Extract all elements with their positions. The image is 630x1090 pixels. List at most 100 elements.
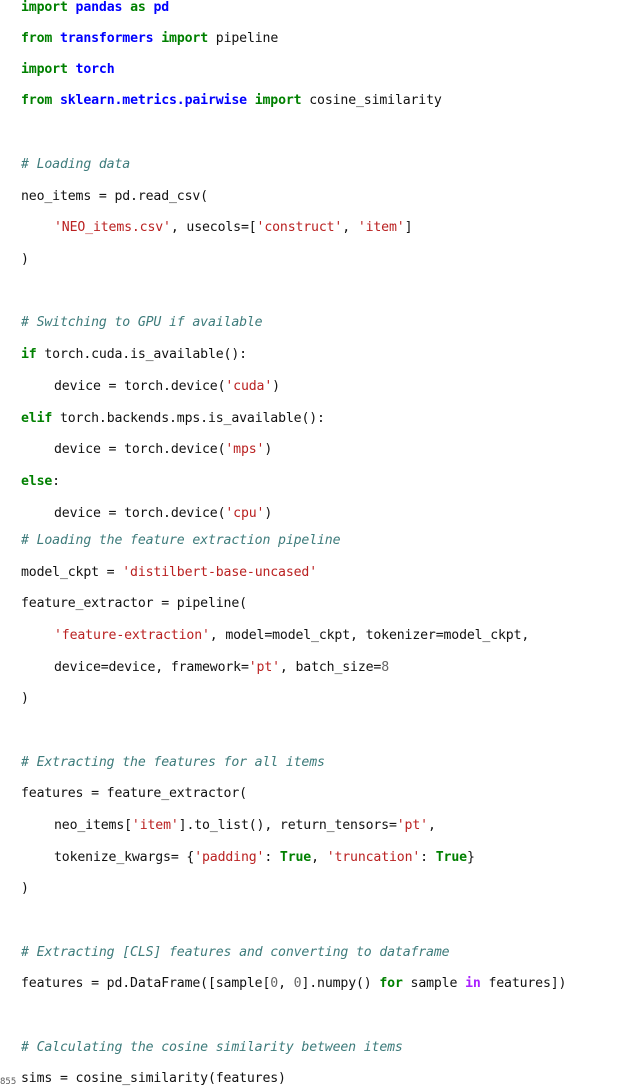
code-line: from sklearn.metrics.pairwise import cos… — [0, 93, 442, 109]
code-line: sims = cosine_similarity(features) — [0, 1071, 286, 1087]
code-line: neo_items = pd.read_csv( — [0, 189, 208, 205]
code-token-mod: torch — [75, 62, 115, 77]
code-token-str: 'padding' — [194, 850, 265, 865]
code-line: device = torch.device('cuda') — [0, 379, 280, 395]
code-line: feature_extractor = pipeline( — [0, 596, 247, 612]
code-token-plain: torch.backends.mps.is_available(): — [52, 411, 325, 426]
code-token-plain: , — [342, 220, 358, 235]
code-token-str: 'distilbert-base-uncased' — [122, 565, 318, 580]
code-token-kw: for — [379, 976, 403, 991]
code-line: from transformers import pipeline — [0, 31, 278, 47]
code-line: device = torch.device('cpu') — [0, 506, 272, 522]
code-token-kw: elif — [21, 411, 53, 426]
code-token-plain: features = pd.DataFrame([sample[ — [21, 976, 271, 991]
code-token-str: 'cpu' — [225, 506, 265, 521]
code-token-com: # Extracting [CLS] features and converti… — [21, 945, 450, 960]
code-token-plain: , batch_size= — [279, 660, 382, 675]
code-token-plain: sample — [402, 976, 466, 991]
code-token-plain: , — [427, 818, 436, 833]
code-token-kwconst: True — [435, 850, 467, 865]
code-line: elif torch.backends.mps.is_available(): — [0, 411, 325, 427]
code-line: ) — [0, 691, 29, 707]
code-line: 'NEO_items.csv', usecols=['construct', '… — [0, 220, 413, 236]
code-token-plain: device = torch.device( — [54, 506, 226, 521]
code-token-com: # Loading data — [21, 157, 131, 172]
code-line: model_ckpt = 'distilbert-base-uncased' — [0, 565, 317, 581]
code-line: 'feature-extraction', model=model_ckpt, … — [0, 628, 529, 644]
code-token-plain: , model=model_ckpt, tokenizer=model_ckpt… — [209, 628, 530, 643]
code-token-str: 'item' — [357, 220, 405, 235]
code-line: import torch — [0, 62, 115, 78]
code-token-plain: , — [311, 850, 327, 865]
code-line: # Switching to GPU if available — [0, 315, 263, 331]
code-line: device = torch.device('mps') — [0, 442, 272, 458]
code-token-plain: , — [278, 976, 294, 991]
code-line: features = feature_extractor( — [0, 786, 247, 802]
code-line: # Calculating the cosine similarity betw… — [0, 1040, 403, 1056]
code-token-plain: ].to_list(), return_tensors= — [178, 818, 397, 833]
code-token-kw: import — [21, 0, 68, 15]
code-token-mod: transformers — [59, 31, 154, 46]
code-token-plain: device = torch.device( — [54, 442, 226, 457]
code-listing: import pandas as pd from transformers imp… — [0, 0, 630, 1090]
code-token-plain: features]) — [480, 976, 567, 991]
code-line: # Loading data — [0, 157, 130, 173]
code-token-str: 'pt' — [248, 660, 280, 675]
code-token-plain: torch.cuda.is_available(): — [36, 347, 247, 362]
code-token-plain: ) — [264, 442, 273, 457]
code-line: else: — [0, 474, 60, 490]
code-token-str: 'NEO_items.csv' — [54, 220, 171, 235]
code-token-plain: tokenize_kwargs= { — [54, 850, 195, 865]
code-token-str: 'pt' — [396, 818, 428, 833]
code-token-plain: features = feature_extractor( — [21, 786, 247, 801]
code-line: ) — [0, 881, 29, 897]
code-token-str: 'cuda' — [225, 379, 273, 394]
code-token-mod: pandas — [75, 0, 123, 15]
code-line: ) — [0, 252, 29, 268]
code-token-plain: sims = cosine_similarity(features) — [21, 1071, 286, 1086]
code-token-kw: as — [130, 0, 146, 15]
code-line: # Loading the feature extraction pipelin… — [0, 533, 341, 549]
code-token-plain: device = torch.device( — [54, 379, 226, 394]
code-line: if torch.cuda.is_available(): — [0, 347, 247, 363]
code-token-com: # Extracting the features for all items — [21, 755, 325, 770]
code-token-mod: sklearn.metrics.pairwise — [59, 93, 247, 108]
code-token-plain: ) — [21, 252, 29, 267]
code-token-plain: : — [264, 850, 280, 865]
code-token-plain: ) — [264, 506, 273, 521]
code-token-mod: pd — [153, 0, 170, 15]
code-token-plain: : — [420, 850, 436, 865]
code-token-com: # Loading the feature extraction pipelin… — [21, 533, 341, 548]
code-token-plain: neo_items[ — [54, 818, 132, 833]
code-line: # Extracting [CLS] features and converti… — [0, 945, 450, 961]
code-token-plain: } — [466, 850, 475, 865]
code-token-plain: cosine_similarity — [301, 93, 442, 108]
code-token-plain: ) — [21, 691, 29, 706]
code-token-num: 8 — [381, 660, 389, 675]
code-line: tokenize_kwargs= {'padding': True, 'trun… — [0, 850, 475, 866]
code-line: features = pd.DataFrame([sample[0, 0].nu… — [0, 976, 566, 992]
code-token-kw: from — [21, 93, 53, 108]
code-token-plain: pipeline — [208, 31, 279, 46]
code-line: neo_items['item'].to_list(), return_tens… — [0, 818, 436, 834]
code-token-plain: ] — [404, 220, 413, 235]
code-token-str: 'truncation' — [326, 850, 421, 865]
code-token-str: 'item' — [131, 818, 179, 833]
code-token-opkw: in — [465, 976, 481, 991]
code-token-com: # Switching to GPU if available — [21, 315, 263, 330]
code-token-plain: neo_items = pd.read_csv( — [21, 189, 208, 204]
code-token-str: 'mps' — [225, 442, 265, 457]
code-token-kw: else — [21, 474, 53, 489]
code-token-plain: ) — [21, 881, 29, 896]
code-token-plain: : — [52, 474, 60, 489]
code-token-plain: , usecols=[ — [170, 220, 257, 235]
code-line: device=device, framework='pt', batch_siz… — [0, 660, 389, 676]
code-token-plain: ].numpy() — [301, 976, 380, 991]
code-token-num: 0 — [270, 976, 279, 991]
code-token-kwconst: True — [279, 850, 312, 865]
